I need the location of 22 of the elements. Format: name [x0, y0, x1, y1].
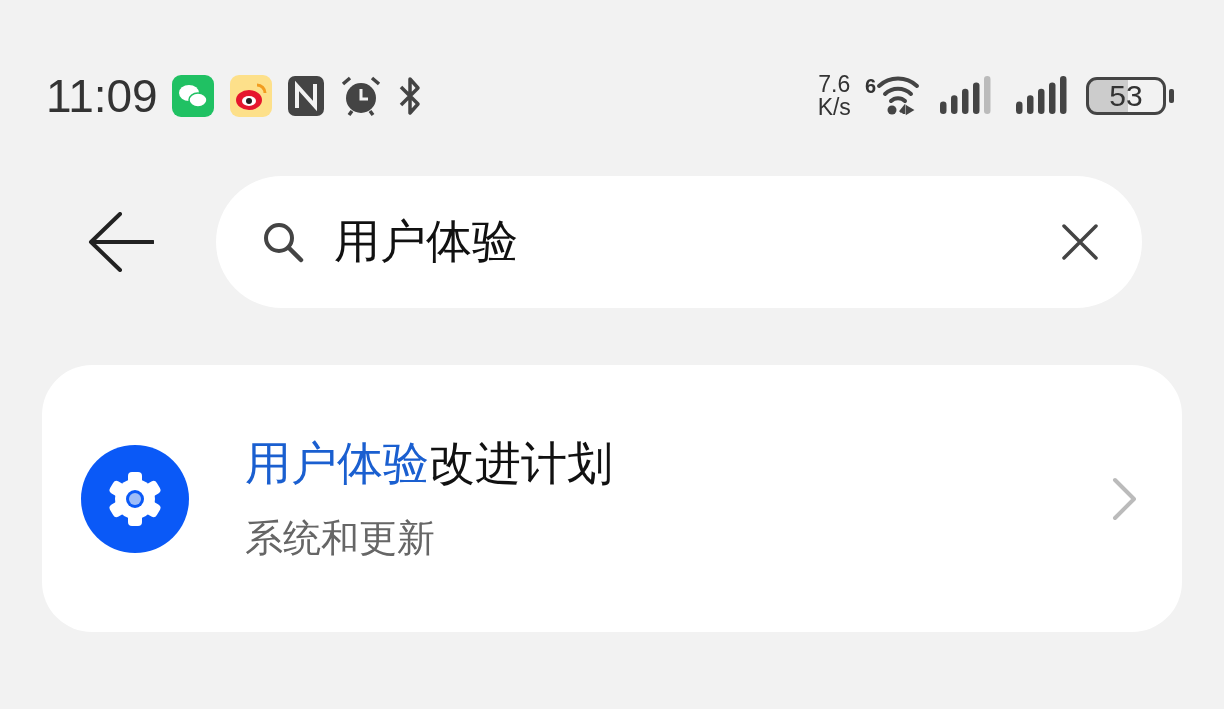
search-field[interactable]: 用户体验 — [216, 176, 1142, 308]
clock-time: 11:09 — [46, 69, 158, 123]
result-title: 用户体验改进计划 — [245, 435, 614, 492]
chat-app-icon — [171, 75, 214, 117]
battery-level: 53 — [1086, 77, 1166, 115]
alarm-clock-icon — [339, 75, 382, 117]
result-category: 系统和更新 — [245, 515, 436, 562]
speed-unit: K/s — [817, 96, 851, 119]
battery-terminal-icon — [1169, 89, 1174, 103]
signal-icon — [940, 76, 992, 116]
close-icon[interactable] — [1062, 224, 1098, 260]
bluetooth-icon — [397, 75, 422, 117]
wifi-generation-label: 6 — [864, 76, 876, 96]
nfc-icon — [287, 76, 324, 116]
wifi-icon — [876, 76, 920, 116]
search-icon — [262, 221, 304, 263]
back-arrow-icon[interactable] — [88, 212, 154, 272]
result-card[interactable]: 用户体验改进计划 系统和更新 — [42, 365, 1182, 632]
chevron-right-icon — [1112, 476, 1138, 521]
network-speed: 7.6 — [818, 73, 851, 96]
signal-icon — [1016, 76, 1068, 116]
eye-app-icon — [229, 75, 272, 117]
